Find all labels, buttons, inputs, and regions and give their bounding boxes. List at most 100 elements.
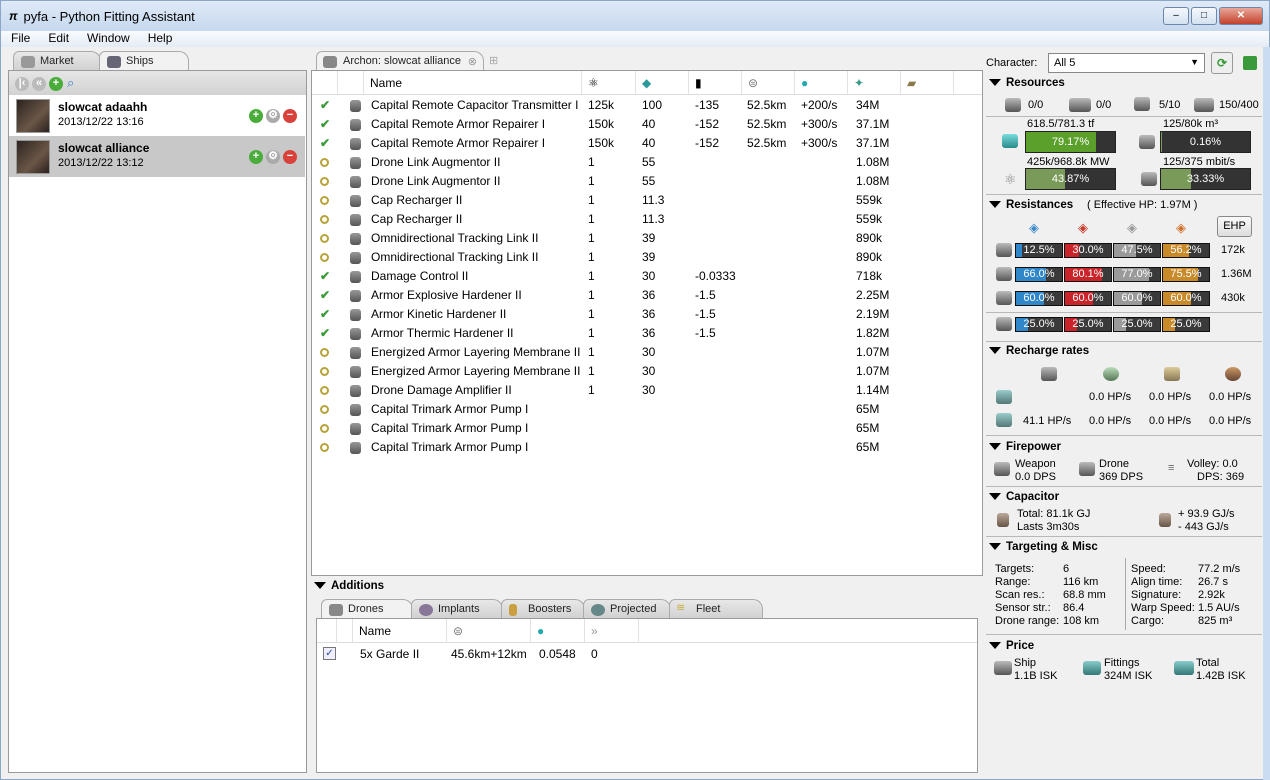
gear-icon[interactable]: ⚙ xyxy=(266,150,280,164)
active-state-icon[interactable]: ✔ xyxy=(320,96,330,115)
module-name: Capital Trimark Armor Pump I xyxy=(371,402,529,416)
add-icon[interactable]: + xyxy=(49,77,63,91)
module-cpu: 1 xyxy=(588,345,595,359)
online-state-icon[interactable] xyxy=(320,177,329,186)
speed-icon[interactable]: » xyxy=(585,619,639,643)
tab-projected[interactable]: Projected xyxy=(583,599,671,619)
module-row[interactable]: ✔ Capital Remote Armor Repairer I 150k 40 -1… xyxy=(312,115,982,134)
online-state-icon[interactable] xyxy=(320,348,329,357)
online-state-icon[interactable] xyxy=(320,367,329,376)
resistances-header[interactable]: Resistances xyxy=(989,199,1073,211)
price-icon[interactable]: ✦ xyxy=(848,71,901,95)
maximize-button[interactable]: □ xyxy=(1191,7,1217,25)
tab-drones[interactable]: Drones xyxy=(321,599,413,619)
module-row[interactable]: ✔ Armor Thermic Hardener II 1 36 -1.5 1.82M xyxy=(312,324,982,343)
capacitor-header[interactable]: Capacitor xyxy=(989,491,1059,503)
fit-item[interactable]: slowcat adaahh 2013/12/22 13:16 + ⚙ − xyxy=(9,95,305,136)
menu-help[interactable]: Help xyxy=(138,31,181,47)
tab-fleet[interactable]: ≋ Fleet xyxy=(669,599,763,619)
module-row[interactable]: Capital Trimark Armor Pump I 65M xyxy=(312,438,982,457)
module-row[interactable]: Drone Link Augmentor II 1 55 1.08M xyxy=(312,172,982,191)
active-state-icon[interactable]: ✔ xyxy=(320,134,330,153)
close-button[interactable]: ✕ xyxy=(1219,7,1263,25)
module-row[interactable]: Energized Armor Layering Membrane II 1 30 1… xyxy=(312,362,982,381)
online-state-icon[interactable] xyxy=(320,158,329,167)
online-state-icon[interactable] xyxy=(320,386,329,395)
active-state-icon[interactable]: ✔ xyxy=(320,267,330,286)
powergrid-icon[interactable]: ◆ xyxy=(636,71,689,95)
online-state-icon[interactable] xyxy=(320,196,329,205)
module-row[interactable]: Omnidirectional Tracking Link II 1 39 890k xyxy=(312,229,982,248)
add-icon[interactable]: + xyxy=(249,150,263,164)
module-row[interactable]: Capital Trimark Armor Pump I 65M xyxy=(312,419,982,438)
minimize-button[interactable]: – xyxy=(1163,7,1189,25)
online-state-icon[interactable] xyxy=(320,443,329,452)
close-tab-icon[interactable]: ⊗ xyxy=(468,55,477,68)
module-row[interactable]: ✔ Capital Remote Capacitor Transmitter I 1… xyxy=(312,96,982,115)
menu-window[interactable]: Window xyxy=(77,31,138,47)
tab-fit[interactable]: Archon: slowcat alliance ⊗ xyxy=(316,51,484,71)
resources-header[interactable]: Resources xyxy=(989,77,1065,89)
active-state-icon[interactable]: ✔ xyxy=(320,324,330,343)
character-select[interactable]: All 5 ▼ xyxy=(1048,53,1205,73)
bandwidth-percent: 33.33% xyxy=(1186,173,1225,185)
active-state-icon[interactable]: ✔ xyxy=(320,115,330,134)
module-row[interactable]: Cap Recharger II 1 11.3 559k xyxy=(312,210,982,229)
active-state-icon[interactable]: ✔ xyxy=(320,305,330,324)
firepower-header[interactable]: Firepower xyxy=(989,441,1061,453)
range-icon[interactable]: ⊜ xyxy=(742,71,795,95)
cpu-icon[interactable]: ⚛ xyxy=(582,71,636,95)
back-icon[interactable]: « xyxy=(32,77,46,91)
module-row[interactable]: ✔ Armor Kinetic Hardener II 1 36 -1.5 2.19M xyxy=(312,305,982,324)
add-icon[interactable]: + xyxy=(249,109,263,123)
module-row[interactable]: ✔ Armor Explosive Hardener II 1 36 -1.5 2.25M xyxy=(312,286,982,305)
module-icon xyxy=(350,252,361,264)
resist-bar: 30.0% xyxy=(1064,243,1112,258)
stat-value: 116 km xyxy=(1063,576,1099,588)
first-icon[interactable]: |‹ xyxy=(15,77,29,91)
tracking-icon[interactable]: ● xyxy=(795,71,848,95)
module-row[interactable]: Drone Damage Amplifier II 1 30 1.14M xyxy=(312,381,982,400)
online-state-icon[interactable] xyxy=(320,215,329,224)
drone-row[interactable]: ✓ 5x Garde II 45.6km+12km 0.0548 0 xyxy=(317,644,977,664)
price-header[interactable]: Price xyxy=(989,640,1034,652)
ehp-button[interactable]: EHP xyxy=(1217,216,1252,237)
module-icon xyxy=(350,233,361,245)
refresh-button[interactable]: ⟳ xyxy=(1211,52,1233,74)
online-state-icon[interactable] xyxy=(320,253,329,262)
online-state-icon[interactable] xyxy=(320,234,329,243)
header-name[interactable]: Name xyxy=(364,71,582,95)
module-row[interactable]: Energized Armor Layering Membrane II 1 30 1… xyxy=(312,343,982,362)
menu-edit[interactable]: Edit xyxy=(38,31,77,47)
module-row[interactable]: Omnidirectional Tracking Link II 1 39 890k xyxy=(312,248,982,267)
ammo-icon[interactable]: ▰ xyxy=(901,71,954,95)
menu-file[interactable]: File xyxy=(1,31,38,47)
new-tab-icon[interactable]: ⊞ xyxy=(489,54,498,67)
range-icon[interactable]: ⊜ xyxy=(447,619,531,643)
gear-icon[interactable]: ⚙ xyxy=(266,109,280,123)
module-row[interactable]: ✔ Damage Control II 1 30 -0.0333 718k xyxy=(312,267,982,286)
module-row[interactable]: Capital Trimark Armor Pump I 65M xyxy=(312,400,982,419)
tab-implants[interactable]: Implants xyxy=(411,599,503,619)
tab-ships[interactable]: Ships xyxy=(99,51,189,71)
module-row[interactable]: ✔ Capital Remote Armor Repairer I 150k 40 -1… xyxy=(312,134,982,153)
recharge-header[interactable]: Recharge rates xyxy=(989,345,1089,357)
active-state-icon[interactable]: ✔ xyxy=(320,286,330,305)
skills-icon[interactable] xyxy=(1243,56,1257,70)
module-row[interactable]: Cap Recharger II 1 11.3 559k xyxy=(312,191,982,210)
targeting-header[interactable]: Targeting & Misc xyxy=(989,541,1098,553)
fit-item-selected[interactable]: slowcat alliance 2013/12/22 13:12 + ⚙ − xyxy=(9,136,305,177)
delete-icon[interactable]: − xyxy=(283,150,297,164)
delete-icon[interactable]: − xyxy=(283,109,297,123)
header-name[interactable]: Name xyxy=(353,619,447,643)
tab-market[interactable]: Market xyxy=(13,51,101,71)
tracking-icon[interactable]: ● xyxy=(531,619,585,643)
tab-boosters[interactable]: Boosters xyxy=(501,599,585,619)
search-icon[interactable]: ⌕ xyxy=(67,75,74,91)
capacitor-icon[interactable]: ▮ xyxy=(689,71,742,95)
module-row[interactable]: Drone Link Augmentor II 1 55 1.08M xyxy=(312,153,982,172)
online-state-icon[interactable] xyxy=(320,405,329,414)
additions-header[interactable]: Additions xyxy=(314,580,384,592)
online-state-icon[interactable] xyxy=(320,424,329,433)
drone-checkbox[interactable]: ✓ xyxy=(323,647,336,660)
